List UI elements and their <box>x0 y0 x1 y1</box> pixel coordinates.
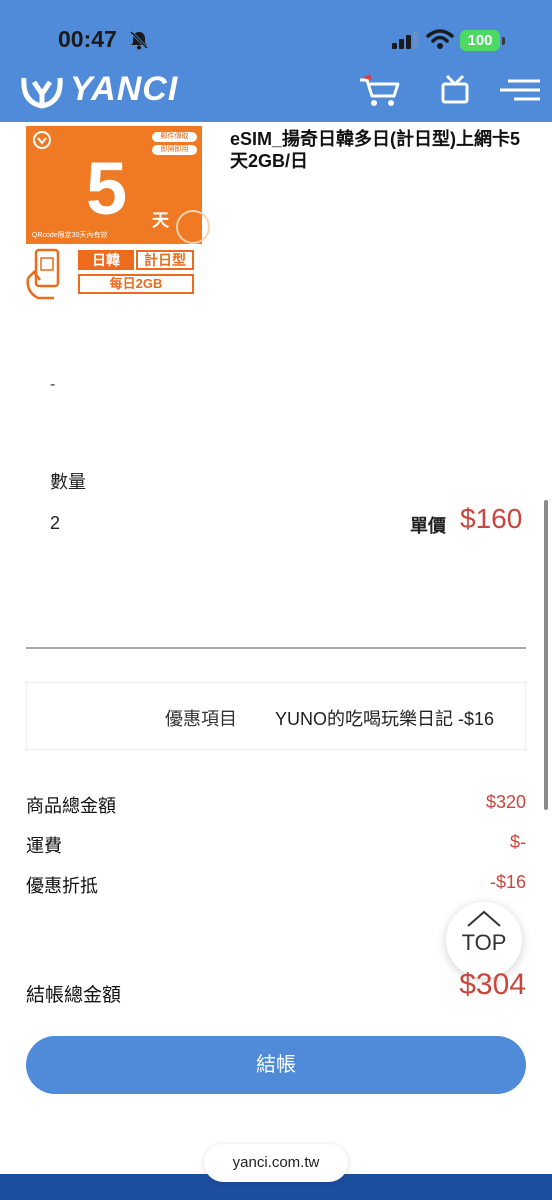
product-variant: - <box>50 376 56 393</box>
scroll-top-label: TOP <box>461 930 507 955</box>
total-value: $304 <box>459 968 526 1001</box>
checkout-button[interactable]: 結帳 <box>26 1036 526 1094</box>
product-card-art: 郵件傳取 即掃即用 5 天 QRcode限定30天內有效 <box>26 126 210 244</box>
tag-type: 計日型 <box>136 250 194 270</box>
quantity-label: 數量 <box>50 472 86 492</box>
discount-box: 優惠項目 YUNO的吃喝玩樂日記 -$16 <box>26 682 526 750</box>
discount-value: YUNO的吃喝玩樂日記 -$16 <box>275 709 495 729</box>
product-day-unit: 天 <box>152 211 169 230</box>
bell-off-icon <box>129 30 149 50</box>
product-image[interactable]: 郵件傳取 即掃即用 5 天 QRcode限定30天內有效 日韓 計日型 每日2G… <box>24 124 210 302</box>
brand-name[interactable]: YANCI <box>70 70 178 109</box>
hamburger-menu-icon[interactable] <box>500 78 540 102</box>
subtotal-value: $320 <box>485 792 526 812</box>
qr-note: QRcode限定30天內有效 <box>32 232 108 239</box>
shipping-label: 運費 <box>26 836 62 856</box>
status-time: 00:47 <box>58 26 117 52</box>
product-days: 5 <box>86 147 128 230</box>
product-title[interactable]: eSIM_揚奇日韓多日(計日型)上網卡5天2GB/日 <box>230 128 530 172</box>
discount-total-value: -$16 <box>489 872 526 892</box>
unit-price-label: 單價 <box>410 516 446 536</box>
battery-indicator: 100 <box>460 30 500 51</box>
quantity-value[interactable]: 2 <box>50 513 60 534</box>
wifi-icon <box>426 29 454 49</box>
travel-stamp-icon <box>176 210 210 244</box>
badge-email: 郵件傳取 <box>152 132 197 142</box>
yanci-logo-icon[interactable] <box>20 72 64 110</box>
browser-url-bar[interactable]: yanci.com.tw <box>204 1144 348 1182</box>
shipping-value: $- <box>509 832 526 852</box>
phone-scan-icon <box>26 248 60 300</box>
battery-cap <box>502 37 505 45</box>
discount-label: 優惠項目 <box>165 709 237 729</box>
tag-region: 日韓 <box>78 250 134 270</box>
scrollbar[interactable] <box>544 500 548 810</box>
signal-icon <box>392 31 418 49</box>
subtotal-label: 商品總金額 <box>26 796 116 816</box>
cart-icon[interactable] <box>358 74 400 108</box>
esim-logo-icon <box>33 131 51 149</box>
unit-price: $160 <box>460 503 523 534</box>
app-header: 00:47 100 YANCI <box>0 0 552 122</box>
section-divider <box>26 647 526 649</box>
chevron-up-icon <box>467 910 501 927</box>
tag-data: 每日2GB <box>78 274 194 294</box>
badge-instant: 即掃即用 <box>152 145 197 155</box>
total-label: 結帳總金額 <box>26 985 122 1006</box>
discount-total-label: 優惠折抵 <box>26 876 98 896</box>
scroll-top-button[interactable]: TOP <box>446 902 522 978</box>
shopping-bag-icon[interactable] <box>440 74 470 104</box>
